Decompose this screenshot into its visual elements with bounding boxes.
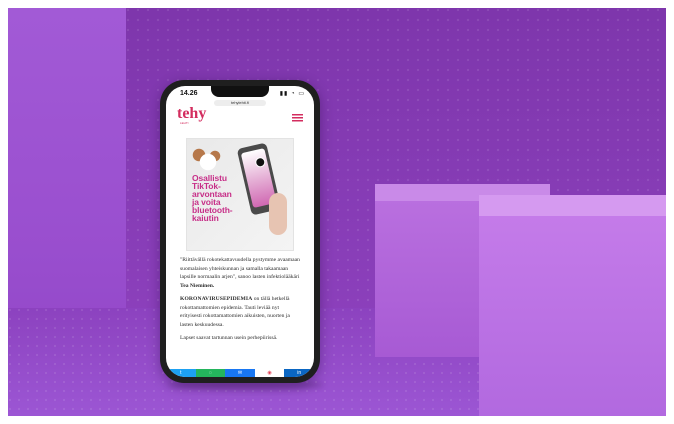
twitter-share-button[interactable]: t xyxy=(166,369,196,377)
ad-text: Osallistu TikTok- arvontaan ja voita blu… xyxy=(192,174,258,223)
smartphone: 14.26 ▮▮ ◔ ▭ tehylehti.fi tehy LEHTI Osa… xyxy=(160,80,320,383)
large-box-top xyxy=(479,195,666,217)
phone-notch xyxy=(211,86,269,97)
dog-image xyxy=(190,145,224,175)
article-paragraph-2-lead: KORONAVIRUSEPIDEMIA xyxy=(180,296,253,302)
messenger-share-button[interactable]: ✉ xyxy=(225,369,255,377)
ad-line-6: kaiutin xyxy=(192,213,219,223)
status-time: 14.26 xyxy=(180,90,198,97)
article-paragraph-2: KORONAVIRUSEPIDEMIA on tällä hetkellä ro… xyxy=(180,295,302,329)
address-bar[interactable]: tehylehti.fi xyxy=(214,100,266,106)
hand-image xyxy=(269,193,287,235)
tiktok-icon xyxy=(254,156,267,169)
share-bar: t ◌ ✉ ◉ in xyxy=(166,369,314,377)
site-logo[interactable]: tehy xyxy=(177,106,206,122)
site-logo-sub: LEHTI xyxy=(180,121,189,125)
wifi-icon: ◔ xyxy=(291,91,296,97)
background-scene: 14.26 ▮▮ ◔ ▭ tehylehti.fi tehy LEHTI Osa… xyxy=(8,8,666,416)
article-paragraph-1-name: Tea Nieminen. xyxy=(180,282,215,289)
article-paragraph-1: "Riittävällä rokotekattavuudella pystymm… xyxy=(180,256,302,290)
phone-screen: 14.26 ▮▮ ◔ ▭ tehylehti.fi tehy LEHTI Osa… xyxy=(166,86,314,377)
pocket-share-button[interactable]: ◉ xyxy=(254,369,285,377)
twitter-icon: t xyxy=(180,370,182,376)
article-paragraph-3: Lapset saavat tartunnan usein perhepiiri… xyxy=(180,335,278,341)
menu-icon[interactable] xyxy=(292,114,303,122)
whatsapp-icon: ◌ xyxy=(208,370,212,376)
pocket-icon: ◉ xyxy=(267,370,272,376)
signal-icon: ▮▮ xyxy=(279,91,289,97)
status-icons: ▮▮ ◔ ▭ xyxy=(280,90,305,97)
large-box xyxy=(479,216,666,416)
whatsapp-share-button[interactable]: ◌ xyxy=(195,369,226,377)
messenger-icon: ✉ xyxy=(237,370,243,376)
tiktok-ad-banner[interactable]: Osallistu TikTok- arvontaan ja voita blu… xyxy=(186,138,294,251)
article-paragraph-1-text: "Riittävällä rokotekattavuudella pystymm… xyxy=(180,257,300,280)
battery-icon: ▭ xyxy=(298,91,305,97)
article-body: "Riittävällä rokotekattavuudella pystymm… xyxy=(180,256,302,348)
site-header: tehy LEHTI xyxy=(166,106,314,133)
linkedin-icon: in xyxy=(297,370,302,376)
linkedin-share-button[interactable]: in xyxy=(284,369,314,377)
